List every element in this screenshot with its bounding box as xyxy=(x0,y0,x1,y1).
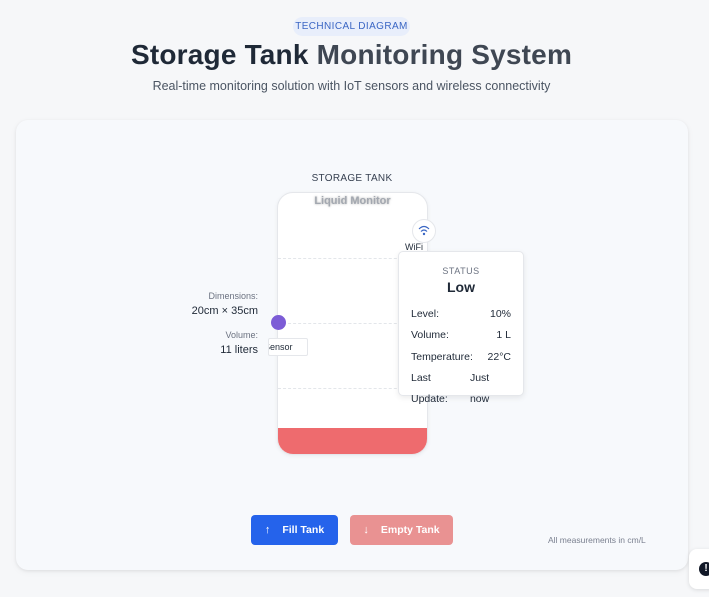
tank-name: Liquid Monitor xyxy=(314,195,391,207)
dimensions-spec: Dimensions: 20cm × 35cm xyxy=(192,291,258,317)
diagram-badge: TECHNICAL DIAGRAM xyxy=(293,17,410,36)
page-title: Storage Tank Monitoring System xyxy=(0,39,703,71)
volume-label: Volume: xyxy=(225,330,258,340)
arrow-up-icon: ↑ xyxy=(264,524,271,536)
sensor-label: Sensor xyxy=(268,338,308,356)
status-row-temperature: Temperature: 22°C xyxy=(399,347,523,368)
status-row-label: Temperature: xyxy=(411,350,473,363)
volume-value: 11 liters xyxy=(220,344,258,356)
sensor-dot xyxy=(271,315,286,330)
tank-label: STORAGE TANK xyxy=(311,173,393,184)
measurement-note: All measurements in cm/L xyxy=(548,535,646,545)
status-row-value: 1 L xyxy=(496,329,511,342)
help-button[interactable]: ! xyxy=(689,549,709,589)
status-row-label: Volume: xyxy=(411,329,449,342)
arrow-down-icon: ↓ xyxy=(363,524,369,536)
status-heading: STATUS xyxy=(442,266,480,276)
page-subtitle: Real-time monitoring solution with IoT s… xyxy=(152,79,551,93)
fill-tank-button[interactable]: ↑ Fill Tank xyxy=(251,515,338,545)
status-level: Low xyxy=(447,279,475,295)
status-panel: STATUS Low Level: 10% Volume: 1 L Temper… xyxy=(398,251,524,406)
liquid-fill xyxy=(278,428,427,454)
status-row-value: 22°C xyxy=(487,350,511,363)
status-row-label: Level: xyxy=(411,308,440,320)
wifi-icon xyxy=(412,219,436,243)
status-row-value: Just now xyxy=(469,371,490,406)
help-icon: ! xyxy=(699,562,709,576)
empty-tank-label: Empty Tank xyxy=(380,524,440,536)
status-row-level: Level: 10% xyxy=(399,304,523,325)
dimensions-label: Dimensions: xyxy=(208,291,258,301)
title-part-1: Storage Tank xyxy=(130,39,317,70)
status-row-last-update: Last Update: Just now xyxy=(399,368,523,406)
fill-tank-label: Fill Tank xyxy=(282,524,325,536)
volume-spec: Volume: 11 liters xyxy=(220,330,258,356)
status-row-label: Last Update: xyxy=(411,371,448,406)
status-row-volume: Volume: 1 L xyxy=(399,325,523,346)
title-part-2: Monitoring System xyxy=(316,39,573,70)
dimensions-value: 20cm × 35cm xyxy=(191,305,258,317)
status-row-value: 10% xyxy=(489,308,511,320)
empty-tank-button[interactable]: ↓ Empty Tank xyxy=(350,515,453,545)
